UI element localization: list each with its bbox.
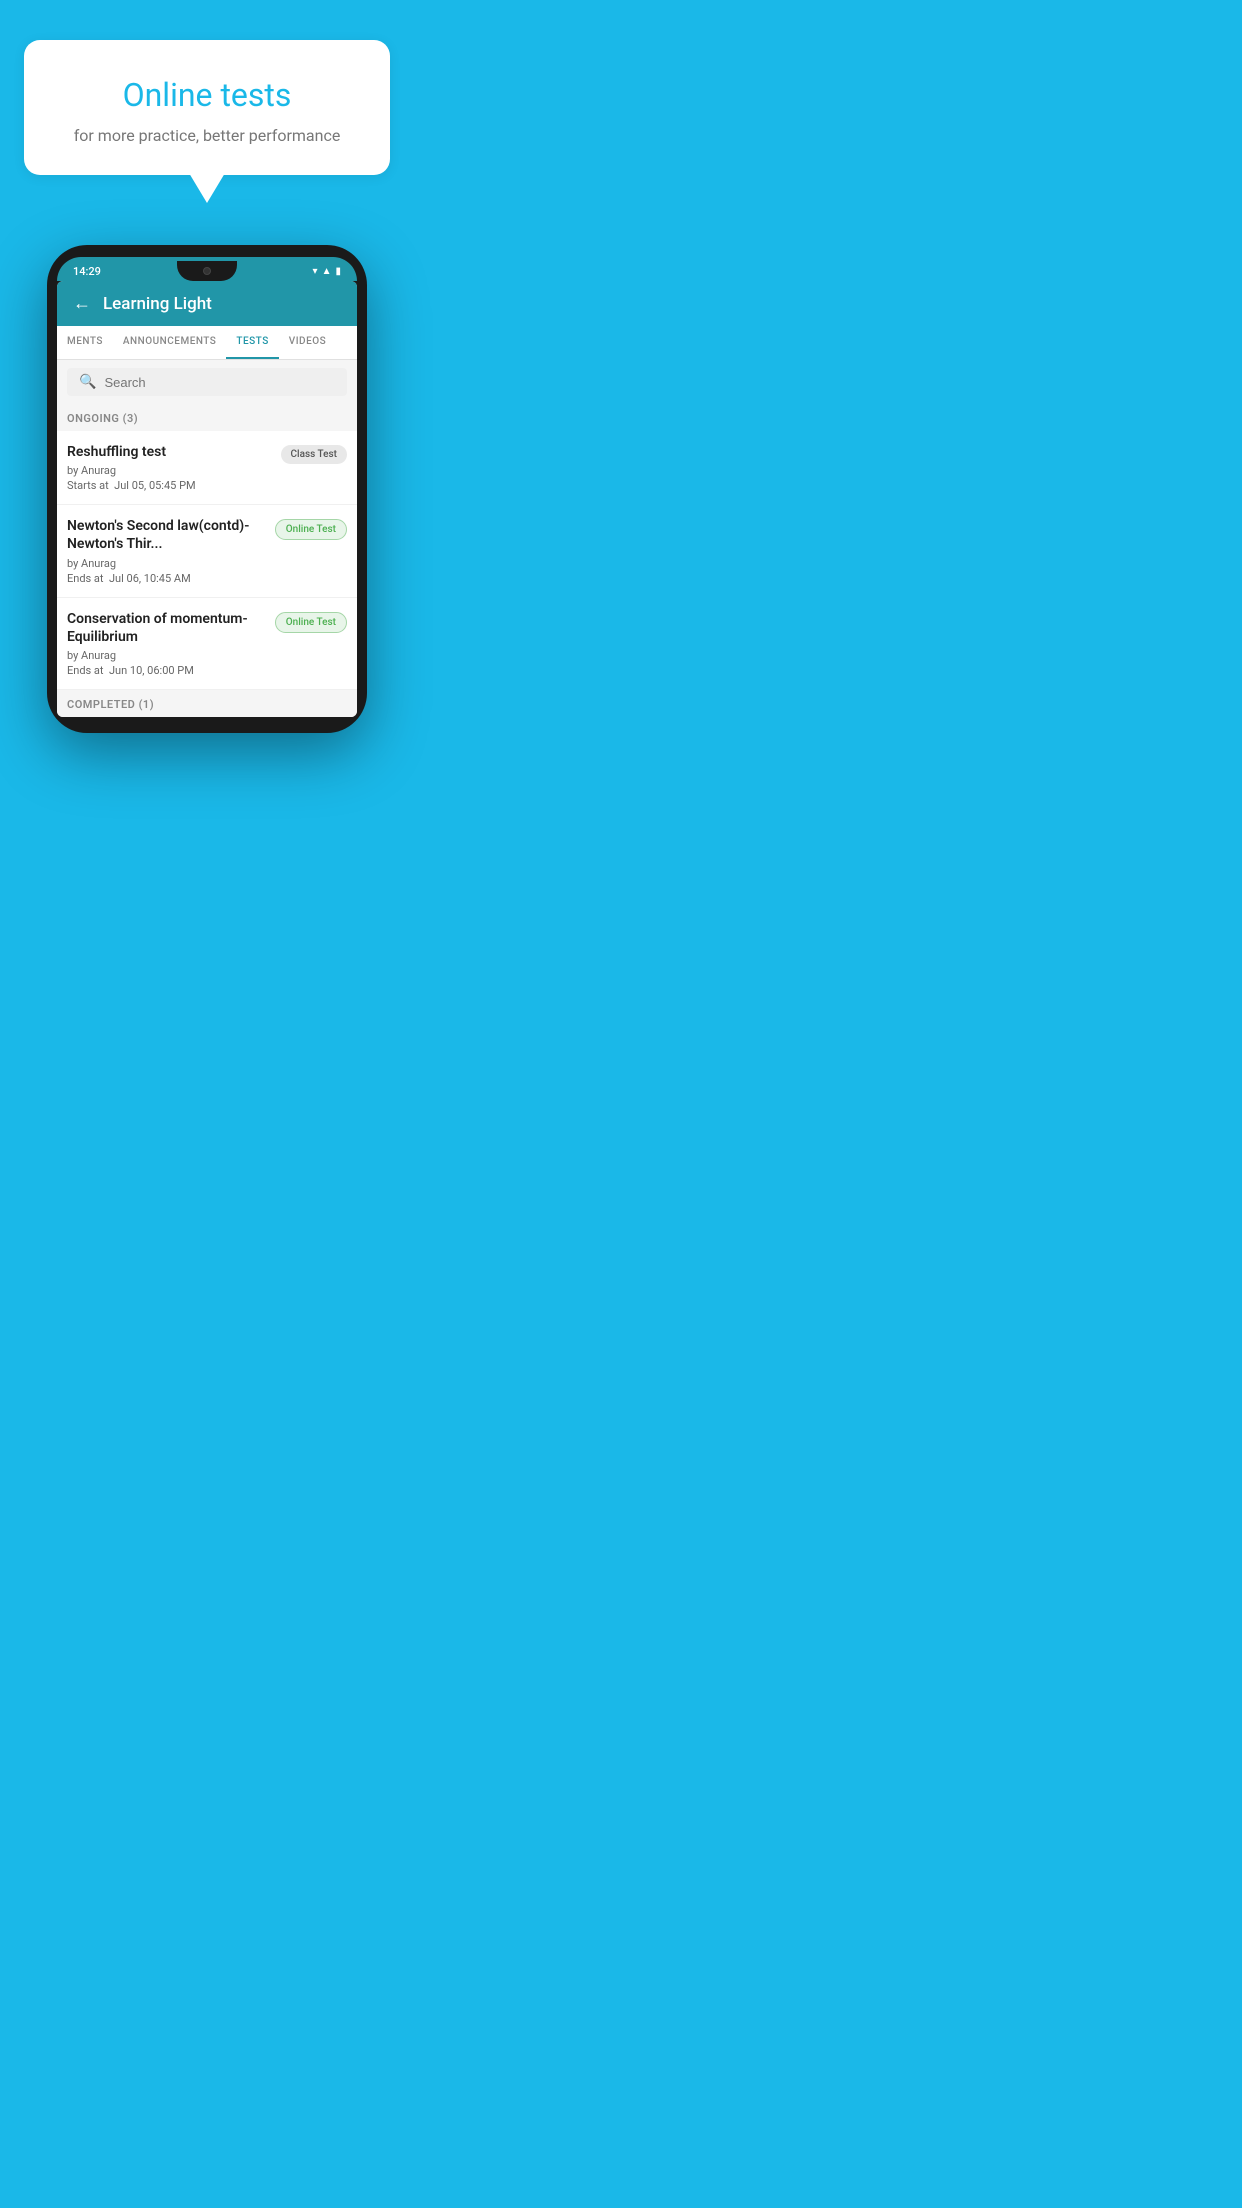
test-info-3: Conservation of momentum-Equilibrium by … [67, 610, 275, 677]
search-input[interactable] [104, 375, 335, 390]
speech-bubble: Online tests for more practice, better p… [24, 40, 390, 175]
test-author-1: by Anurag [67, 464, 273, 477]
test-badge-1: Class Test [281, 445, 347, 464]
status-bar: 14:29 ▾ ▲ ▮ [57, 257, 357, 281]
completed-section-header: COMPLETED (1) [57, 690, 357, 717]
tab-announcements[interactable]: ANNOUNCEMENTS [113, 326, 226, 359]
tab-bar: MENTS ANNOUNCEMENTS TESTS VIDEOS [57, 326, 357, 360]
signal-icon: ▲ [322, 266, 332, 277]
tab-tests[interactable]: TESTS [226, 326, 278, 359]
test-info-1: Reshuffling test by Anurag Starts at Jul… [67, 443, 281, 492]
search-icon: 🔍 [79, 374, 96, 390]
test-item-2[interactable]: Newton's Second law(contd)-Newton's Thir… [57, 505, 357, 597]
ongoing-section-header: ONGOING (3) [57, 404, 357, 431]
test-list: Reshuffling test by Anurag Starts at Jul… [57, 431, 357, 690]
bubble-title: Online tests [56, 76, 358, 114]
test-date-3: Ends at Jun 10, 06:00 PM [67, 664, 267, 677]
test-info-2: Newton's Second law(contd)-Newton's Thir… [67, 517, 275, 584]
test-date-1: Starts at Jul 05, 05:45 PM [67, 479, 273, 492]
back-button[interactable]: ← [73, 293, 91, 314]
status-icons: ▾ ▲ ▮ [313, 266, 341, 277]
test-name-3: Conservation of momentum-Equilibrium [67, 610, 267, 646]
test-item-1[interactable]: Reshuffling test by Anurag Starts at Jul… [57, 431, 357, 505]
phone-notch [177, 261, 237, 281]
app-title: Learning Light [103, 294, 212, 314]
tab-ments[interactable]: MENTS [57, 326, 113, 359]
phone-screen: ← Learning Light MENTS ANNOUNCEMENTS TES… [57, 281, 357, 717]
hero-section: Online tests for more practice, better p… [0, 0, 414, 175]
test-badge-2: Online Test [275, 519, 347, 540]
test-name-1: Reshuffling test [67, 443, 273, 461]
wifi-icon: ▾ [313, 266, 318, 277]
battery-icon: ▮ [335, 266, 341, 277]
status-time: 14:29 [73, 265, 101, 278]
test-name-2: Newton's Second law(contd)-Newton's Thir… [67, 517, 267, 553]
phone-mockup: 14:29 ▾ ▲ ▮ ← Learning Light MENTS ANNOU… [47, 245, 367, 733]
app-bar: ← Learning Light [57, 281, 357, 326]
test-date-2: Ends at Jul 06, 10:45 AM [67, 572, 267, 585]
tab-videos[interactable]: VIDEOS [279, 326, 336, 359]
test-item-3[interactable]: Conservation of momentum-Equilibrium by … [57, 598, 357, 690]
test-author-3: by Anurag [67, 649, 267, 662]
phone-camera [203, 267, 211, 275]
test-author-2: by Anurag [67, 557, 267, 570]
search-bar[interactable]: 🔍 [67, 368, 347, 396]
bubble-subtitle: for more practice, better performance [56, 126, 358, 145]
test-badge-3: Online Test [275, 612, 347, 633]
